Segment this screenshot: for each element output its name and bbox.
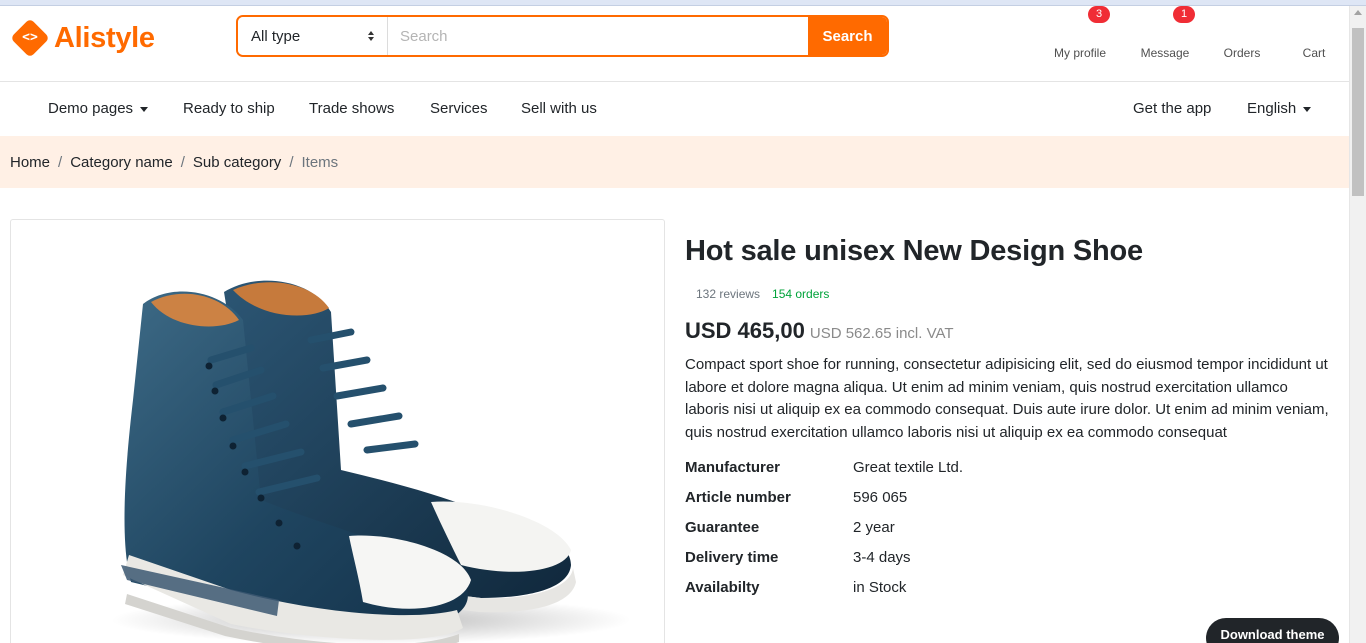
type-select-value: All type (251, 27, 301, 45)
profile-badge: 3 (1088, 6, 1110, 23)
heart-icon (1234, 20, 1250, 34)
product-meta: 132 reviews 154 orders (685, 287, 1335, 301)
search-button[interactable]: Search (808, 17, 887, 55)
message-icon (1157, 20, 1173, 31)
message-label: Message (1140, 46, 1190, 60)
cart-label: Cart (1302, 46, 1326, 60)
product-title: Hot sale unisex New Design Shoe (685, 235, 1143, 267)
price-row: USD 465,00 USD 562.65 incl. VAT (685, 318, 1335, 344)
nav-item-label: Get the app (1133, 100, 1212, 117)
spec-row: Guarantee 2 year (685, 518, 1335, 548)
scrollbar-thumb[interactable] (1352, 28, 1364, 196)
caret-down-icon (140, 106, 149, 112)
nav-item-label: Sell with us (521, 100, 597, 117)
nav-item-sell-with-us[interactable]: Sell with us (521, 83, 597, 136)
price-incl-vat: USD 562.65 incl. VAT (809, 325, 954, 342)
nav-item-services[interactable]: Services (430, 83, 488, 136)
spec-key: Guarantee (685, 519, 760, 536)
language-label: English (1247, 100, 1297, 117)
cart-link[interactable]: Cart (1289, 6, 1339, 82)
page: <> Alistyle All type Search 3 My profile (0, 6, 1349, 643)
logo-icon: <> (10, 18, 50, 58)
nav-item-label: Services (430, 100, 488, 117)
nav-item-demo-pages[interactable]: Demo pages (48, 83, 149, 136)
my-profile-link[interactable]: 3 My profile (1040, 6, 1120, 82)
breadcrumb-category[interactable]: Category name (70, 154, 173, 171)
search-bar: All type Search (236, 15, 889, 57)
product-price: USD 465,00 (685, 318, 805, 343)
reviews-count[interactable]: 132 reviews (696, 287, 760, 301)
spec-row: Manufacturer Great textile Ltd. (685, 458, 1335, 488)
orders-label: Orders (1223, 46, 1261, 60)
spec-key: Availabilty (685, 579, 760, 596)
product-gallery[interactable] (10, 219, 665, 643)
message-badge: 1 (1173, 6, 1195, 23)
main-nav: Demo pages Ready to ship Trade shows Ser… (0, 83, 1349, 136)
scrollbar[interactable] (1349, 6, 1366, 643)
spec-value: Great textile Ltd. (853, 459, 964, 476)
select-arrows-icon (368, 31, 374, 41)
type-select[interactable]: All type (238, 17, 388, 55)
spec-row: Article number 596 065 (685, 488, 1335, 518)
spec-key: Delivery time (685, 549, 779, 566)
nav-item-trade-shows[interactable]: Trade shows (309, 83, 394, 136)
nav-item-ready-to-ship[interactable]: Ready to ship (183, 83, 275, 136)
caret-down-icon (1303, 106, 1312, 112)
breadcrumb: Home / Category name / Sub category / It… (0, 136, 1349, 188)
nav-item-get-the-app[interactable]: Get the app (1133, 83, 1211, 136)
orders-link[interactable]: Orders (1210, 6, 1274, 82)
user-icon (1075, 18, 1085, 28)
breadcrumb-separator: / (180, 153, 185, 171)
product-description: Compact sport shoe for running, consecte… (685, 356, 1329, 441)
spec-value: 596 065 (853, 489, 908, 506)
breadcrumb-home[interactable]: Home (10, 154, 50, 171)
spec-row: Availabilty in Stock (685, 578, 1335, 608)
spec-key: Article number (685, 489, 791, 506)
download-theme-button[interactable]: Download theme (1206, 618, 1339, 643)
spec-value: 3-4 days (853, 549, 911, 566)
my-profile-label: My profile (1053, 46, 1106, 60)
spec-key: Manufacturer (685, 459, 781, 476)
brand-logo[interactable]: <> Alistyle (10, 18, 155, 58)
nav-item-label: Trade shows (309, 100, 395, 117)
breadcrumb-current: Items (301, 153, 339, 171)
nav-item-label: Ready to ship (183, 100, 275, 117)
product-info: Hot sale unisex New Design Shoe 132 revi… (685, 228, 1335, 608)
nav-item-label: Demo pages (48, 100, 134, 117)
breadcrumb-separator: / (58, 153, 63, 171)
shoe-image (111, 280, 631, 643)
breadcrumb-separator: / (289, 153, 294, 171)
language-select[interactable]: English (1247, 83, 1312, 136)
cart-icon (1306, 19, 1323, 31)
spec-row: Delivery time 3-4 days (685, 548, 1335, 578)
breadcrumb-subcategory[interactable]: Sub category (193, 154, 281, 171)
brand-name: Alistyle (54, 21, 155, 54)
spec-value: in Stock (853, 579, 907, 596)
search-input[interactable] (388, 17, 808, 55)
spec-value: 2 year (853, 519, 895, 536)
product-specs: Manufacturer Great textile Ltd. Article … (685, 458, 1335, 608)
scroll-up-icon[interactable] (1354, 10, 1362, 15)
message-link[interactable]: 1 Message (1125, 6, 1205, 82)
orders-count: 154 orders (772, 287, 830, 301)
header: <> Alistyle All type Search 3 My profile (0, 6, 1349, 82)
